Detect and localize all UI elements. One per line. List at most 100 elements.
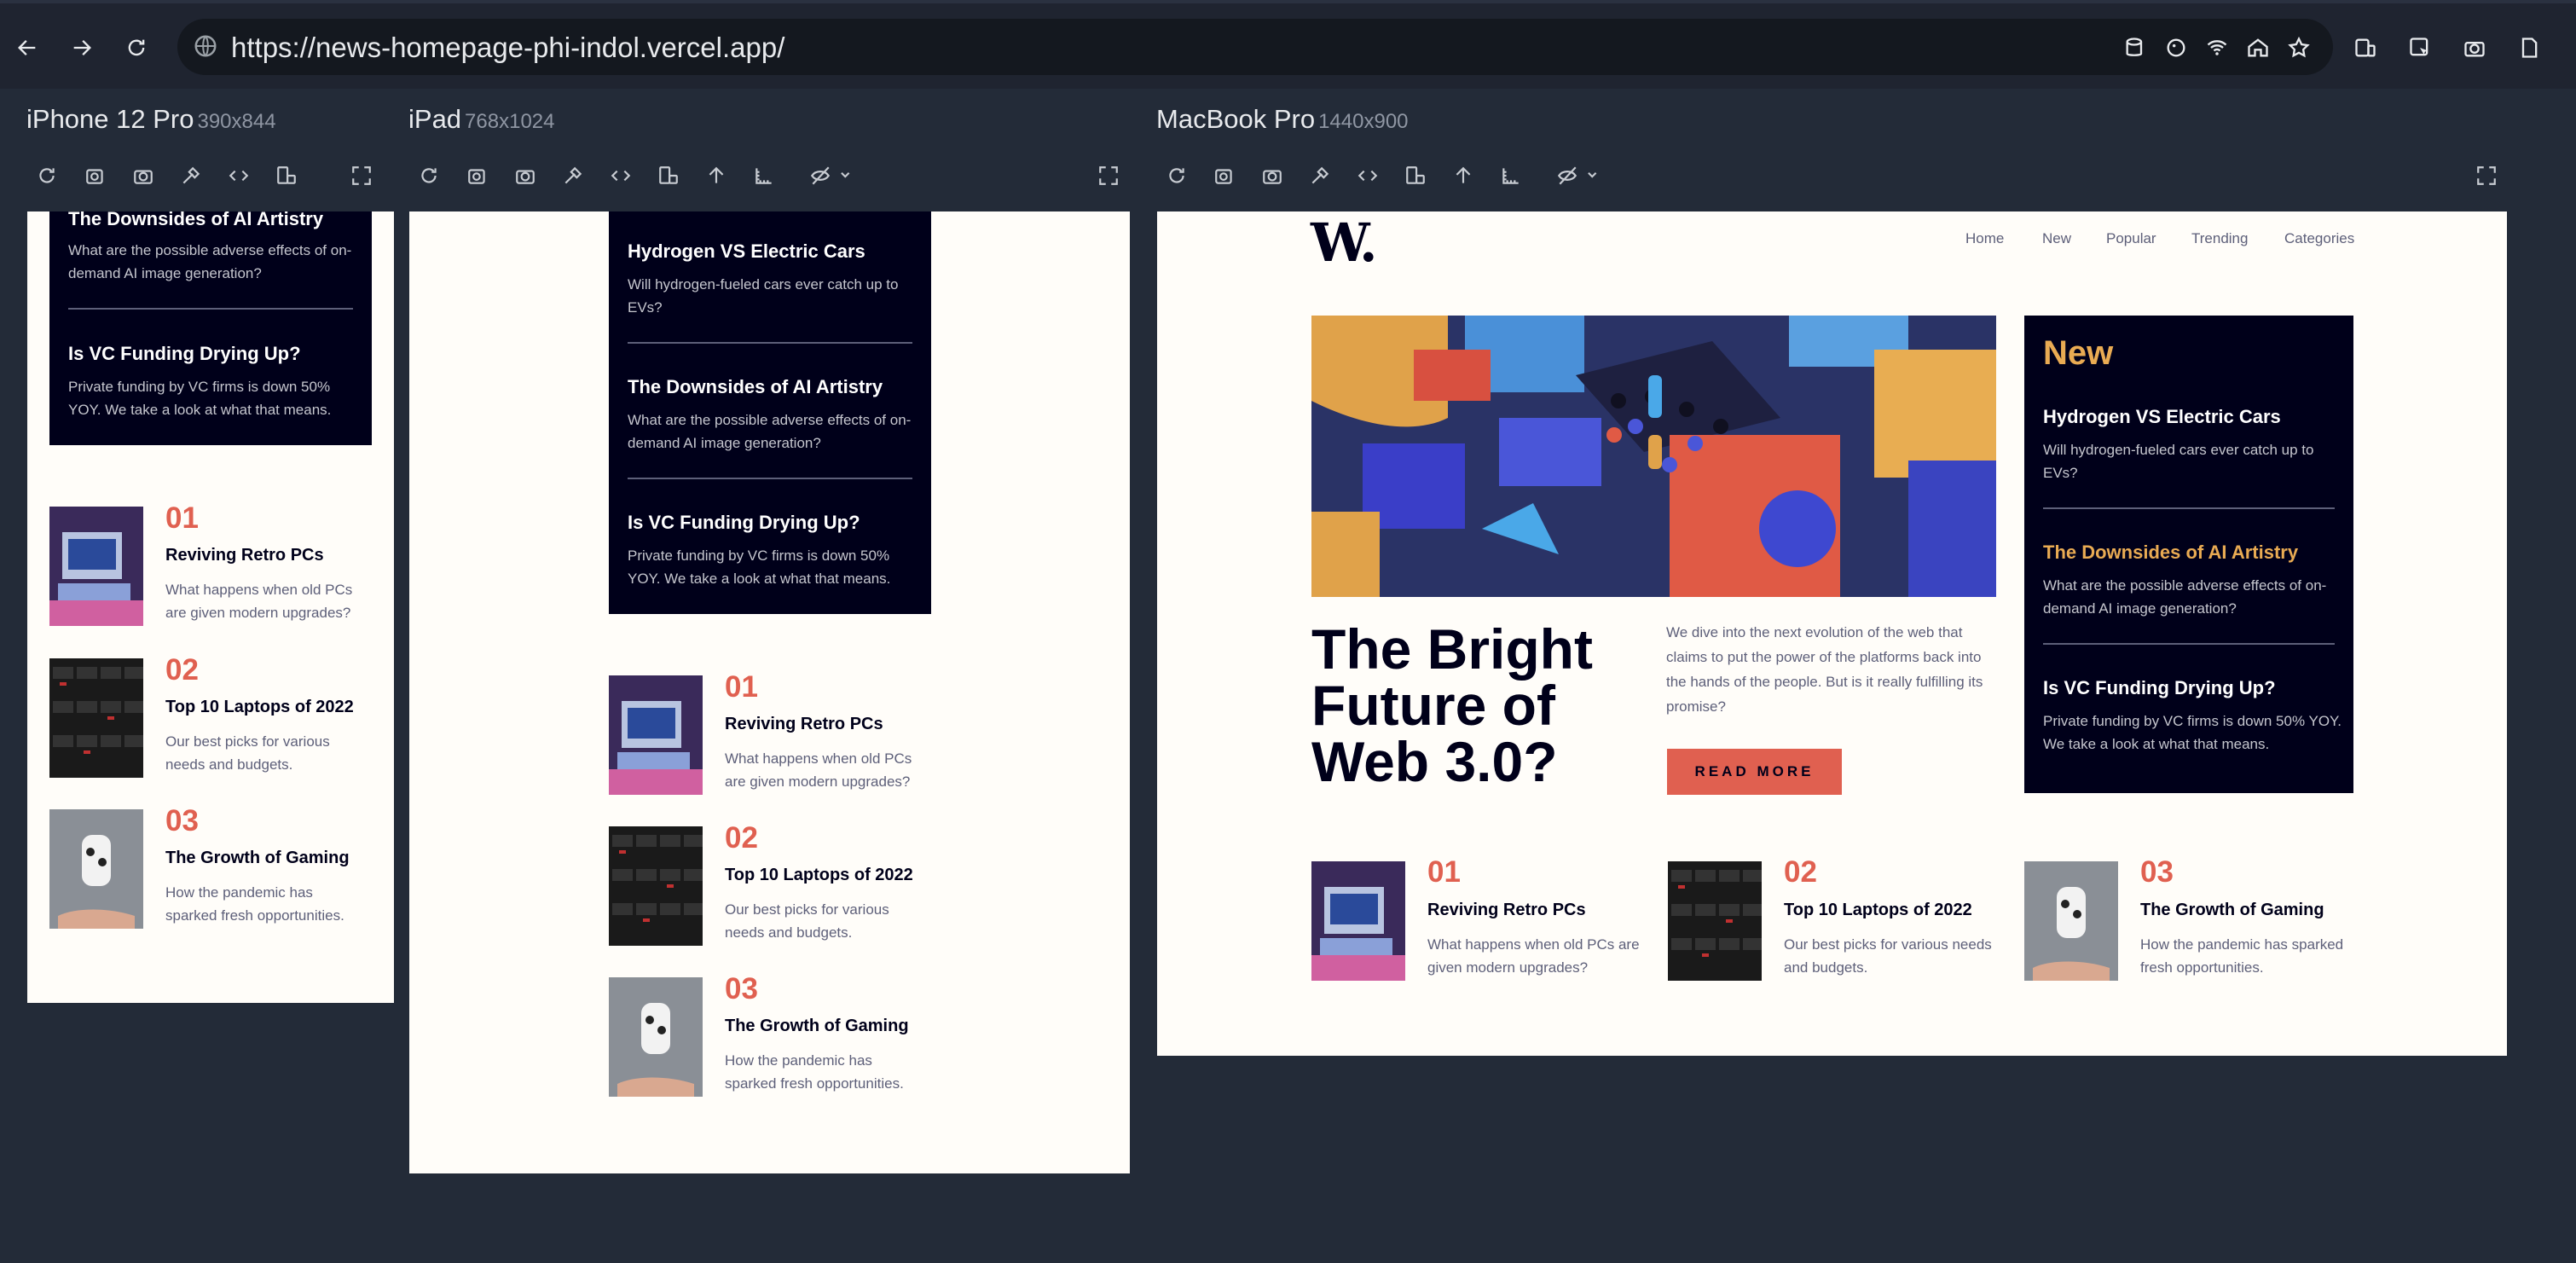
- screenshot-icon[interactable]: [1209, 160, 1240, 191]
- article-desc: What happens when old PCs are given mode…: [1427, 936, 1640, 976]
- hide-eye-icon[interactable]: [1552, 160, 1605, 191]
- article-image-gaming[interactable]: [49, 809, 143, 929]
- responsive-icon[interactable]: [2350, 32, 2381, 63]
- scroll-top-icon[interactable]: [1448, 160, 1479, 191]
- article-title[interactable]: Top 10 Laptops of 2022: [725, 866, 913, 885]
- new-item-title[interactable]: The Downsides of AI Artistry: [628, 376, 883, 398]
- forward-icon[interactable]: [65, 31, 99, 65]
- new-item-desc: Will hydrogen-fueled cars ever catch up …: [628, 276, 899, 316]
- article-desc: How the pandemic has sparked fresh oppor…: [725, 1052, 904, 1092]
- fullscreen-icon[interactable]: [1093, 160, 1124, 191]
- site-logo[interactable]: W.: [1311, 211, 1378, 274]
- bookmark-star-icon[interactable]: [2284, 32, 2314, 63]
- rotate-device-icon[interactable]: [271, 160, 302, 191]
- article-title[interactable]: The Growth of Gaming: [2140, 901, 2324, 920]
- eyedropper-icon[interactable]: [1305, 160, 1335, 191]
- device-label-tablet: iPad 768x1024: [408, 104, 554, 135]
- eyedropper-icon[interactable]: [176, 160, 206, 191]
- new-item-title[interactable]: Is VC Funding Drying Up?: [628, 512, 860, 534]
- new-item-title[interactable]: Hydrogen VS Electric Cars: [2043, 406, 2281, 428]
- device-label-desktop: MacBook Pro 1440x900: [1156, 104, 1409, 135]
- article-desc: Our best picks for various needs and bud…: [165, 733, 330, 773]
- reload-icon[interactable]: [119, 31, 153, 65]
- hero-body: We dive into the next evolution of the w…: [1666, 624, 1983, 715]
- divider: [628, 478, 912, 479]
- code-icon[interactable]: [605, 160, 636, 191]
- screenshot-icon[interactable]: [80, 160, 111, 191]
- new-item-desc: What are the possible adverse effects of…: [68, 242, 352, 282]
- site-info-icon[interactable]: [193, 33, 218, 63]
- article-image-laptops[interactable]: [609, 826, 703, 946]
- refresh-icon[interactable]: [1161, 160, 1192, 191]
- refresh-icon[interactable]: [32, 160, 62, 191]
- code-icon[interactable]: [223, 160, 254, 191]
- new-item-title[interactable]: Is VC Funding Drying Up?: [68, 343, 301, 365]
- url-text: https://news-homepage-phi-indol.vercel.a…: [231, 32, 785, 63]
- article-image-laptops[interactable]: [1668, 860, 1762, 982]
- camera-icon[interactable]: [2459, 32, 2490, 63]
- wifi-icon[interactable]: [2202, 32, 2232, 63]
- article-title[interactable]: Top 10 Laptops of 2022: [1784, 901, 1972, 920]
- nav-link-categories[interactable]: Categories: [2284, 230, 2354, 247]
- article-title[interactable]: Reviving Retro PCs: [1427, 901, 1586, 920]
- new-item-title-hovered[interactable]: The Downsides of AI Artistry: [2043, 542, 2298, 564]
- article-title[interactable]: Reviving Retro PCs: [725, 715, 883, 734]
- ruler-icon[interactable]: [749, 160, 779, 191]
- article-image-retro-pc[interactable]: [609, 675, 703, 795]
- article-desc: Our best picks for various needs and bud…: [1784, 936, 1992, 976]
- new-item-title[interactable]: Hydrogen VS Electric Cars: [628, 240, 865, 263]
- article-number: 02: [725, 821, 758, 855]
- home-icon[interactable]: [2243, 32, 2273, 63]
- article-image-retro-pc[interactable]: [1311, 860, 1405, 982]
- back-icon[interactable]: [10, 31, 44, 65]
- article-title[interactable]: The Growth of Gaming: [725, 1017, 909, 1036]
- device-dims: 1440x900: [1318, 110, 1409, 133]
- hide-eye-icon[interactable]: [805, 160, 858, 191]
- new-item-title[interactable]: The Downsides of AI Artistry: [68, 211, 323, 230]
- fullscreen-icon[interactable]: [346, 160, 377, 191]
- screenshot-icon[interactable]: [462, 160, 493, 191]
- new-articles-panel: Hydrogen VS Electric Cars Will hydrogen-…: [609, 211, 931, 614]
- document-icon[interactable]: [2514, 32, 2544, 63]
- article-title[interactable]: The Growth of Gaming: [165, 849, 350, 868]
- article-image-laptops[interactable]: [49, 658, 143, 778]
- camera-icon[interactable]: [510, 160, 541, 191]
- new-item-desc: Private funding by VC firms is down 50% …: [2043, 713, 2342, 753]
- divider: [2043, 507, 2335, 509]
- device-name: iPad: [408, 104, 462, 134]
- inspect-icon[interactable]: [2405, 32, 2435, 63]
- device-dims: 768x1024: [465, 110, 555, 133]
- ruler-icon[interactable]: [1496, 160, 1526, 191]
- camera-icon[interactable]: [1257, 160, 1288, 191]
- article-image-gaming[interactable]: [609, 977, 703, 1097]
- code-icon[interactable]: [1352, 160, 1383, 191]
- nav-link-trending[interactable]: Trending: [2191, 230, 2248, 247]
- hero-image: [1311, 316, 1996, 597]
- new-articles-panel: The Downsides of AI Artistry What are th…: [49, 211, 372, 445]
- eyedropper-icon[interactable]: [558, 160, 588, 191]
- article-number: 03: [2140, 855, 2174, 889]
- database-icon[interactable]: [2120, 32, 2151, 63]
- article-image-retro-pc[interactable]: [49, 507, 143, 626]
- rotate-device-icon[interactable]: [653, 160, 684, 191]
- new-item-desc: Private funding by VC firms is down 50% …: [628, 547, 891, 588]
- tablet-viewport: Hydrogen VS Electric Cars Will hydrogen-…: [409, 211, 1130, 1173]
- article-desc: How the pandemic has sparked fresh oppor…: [2140, 936, 2344, 976]
- nav-link-popular[interactable]: Popular: [2106, 230, 2156, 247]
- fullscreen-icon[interactable]: [2471, 160, 2502, 191]
- scroll-top-icon[interactable]: [701, 160, 732, 191]
- new-item-title[interactable]: Is VC Funding Drying Up?: [2043, 677, 2276, 699]
- divider: [2043, 643, 2335, 645]
- article-image-gaming[interactable]: [2024, 860, 2118, 982]
- article-title[interactable]: Reviving Retro PCs: [165, 546, 324, 565]
- phone-viewport: The Downsides of AI Artistry What are th…: [27, 211, 394, 1003]
- article-title[interactable]: Top 10 Laptops of 2022: [165, 698, 354, 717]
- refresh-icon[interactable]: [414, 160, 444, 191]
- camera-icon[interactable]: [128, 160, 159, 191]
- nav-link-home[interactable]: Home: [1965, 230, 2004, 247]
- nav-link-new[interactable]: New: [2042, 230, 2071, 247]
- read-more-button[interactable]: READ MORE: [1667, 749, 1842, 795]
- rotate-device-icon[interactable]: [1400, 160, 1431, 191]
- address-bar[interactable]: https://news-homepage-phi-indol.vercel.a…: [177, 19, 2333, 75]
- cookie-icon[interactable]: [2161, 32, 2191, 63]
